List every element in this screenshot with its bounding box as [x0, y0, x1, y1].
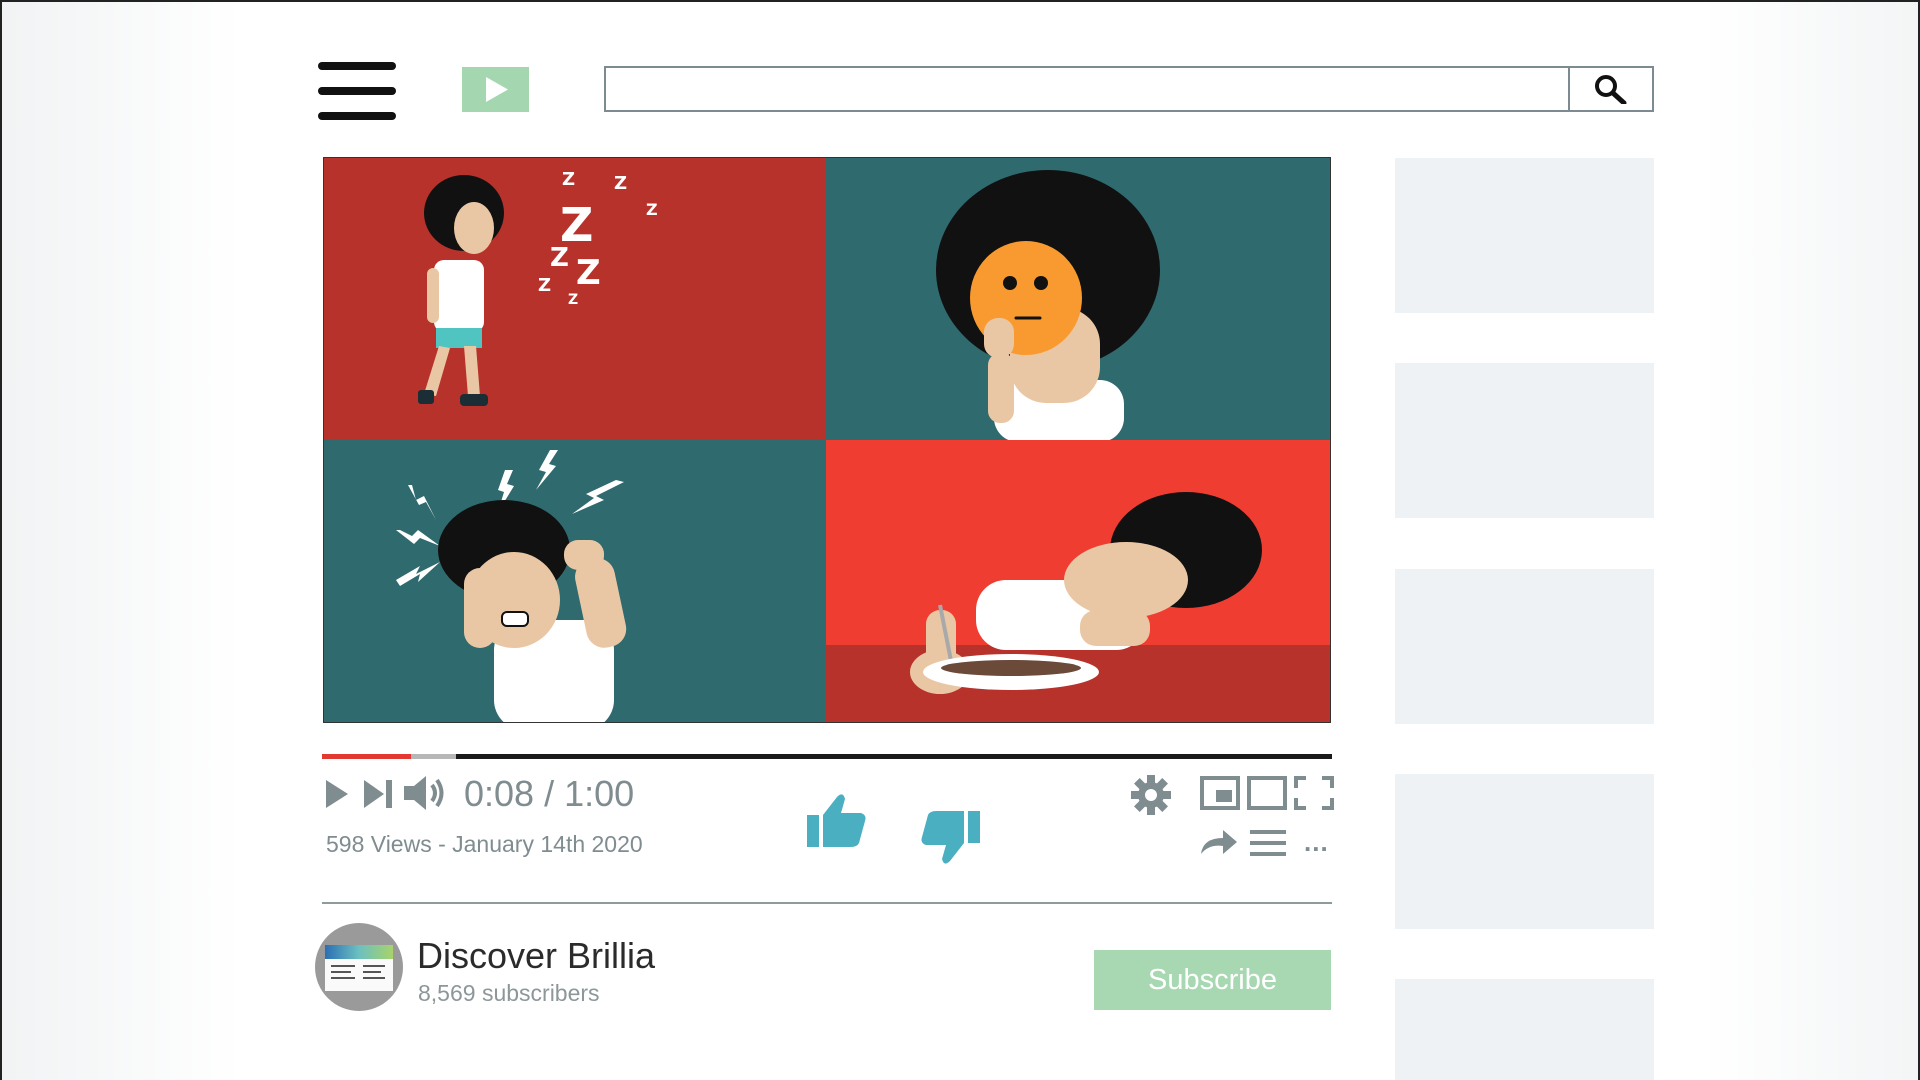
video-player[interactable]: Z Z Z Z Z Z Z Z: [323, 157, 1331, 723]
play-icon[interactable]: [324, 778, 350, 810]
svg-text:Z: Z: [562, 169, 575, 190]
recommendation-card[interactable]: [1395, 774, 1654, 929]
subscribe-button[interactable]: Subscribe: [1094, 950, 1331, 1010]
recommendation-card[interactable]: [1395, 979, 1654, 1080]
views-date: 598 Views - January 14th 2020: [326, 831, 643, 857]
video-panel-headache: [324, 440, 826, 722]
time-display: 0:08 / 1:00: [464, 773, 635, 814]
subscriber-count: 8,569 subscribers: [418, 980, 600, 1006]
thumbs-down-icon[interactable]: [920, 807, 982, 869]
fullscreen-icon[interactable]: [1294, 776, 1334, 810]
video-panel-mask: [826, 158, 1330, 440]
progress-bar[interactable]: [322, 754, 1332, 759]
thumbs-up-icon[interactable]: [805, 789, 867, 851]
search-button[interactable]: [1568, 68, 1652, 110]
app-window: Z Z Z Z Z Z Z Z 0:08 / 1:00 598 Views - …: [0, 0, 1920, 1080]
recommendation-card[interactable]: [1395, 158, 1654, 313]
search-input[interactable]: [612, 72, 1566, 108]
video-panel-soup: [826, 440, 1330, 722]
divider: [322, 902, 1332, 904]
svg-text:Z: Z: [568, 292, 578, 308]
share-icon[interactable]: [1197, 826, 1239, 858]
svg-text:Z: Z: [576, 253, 601, 293]
more-icon[interactable]: ...: [1304, 827, 1329, 858]
sleep-z-letters: Z Z Z Z Z Z Z Z: [538, 169, 658, 308]
headache-figure: [438, 500, 627, 722]
search-icon: [1595, 75, 1627, 104]
svg-text:Z: Z: [646, 200, 658, 219]
sleepy-figure: [418, 175, 504, 406]
volume-icon[interactable]: [402, 774, 446, 812]
avatar[interactable]: [315, 923, 403, 1011]
search-bar: [604, 66, 1654, 112]
recommendation-card[interactable]: [1395, 569, 1654, 724]
menu-icon[interactable]: [318, 62, 396, 120]
svg-text:Z: Z: [550, 243, 569, 273]
playlist-icon[interactable]: [1248, 828, 1288, 858]
mask-figure: [936, 170, 1160, 440]
played-bar: [322, 754, 411, 759]
svg-text:Z: Z: [614, 173, 627, 194]
play-logo-icon[interactable]: [462, 67, 529, 112]
recommendation-card[interactable]: [1395, 363, 1654, 518]
next-icon[interactable]: [362, 778, 394, 810]
channel-name[interactable]: Discover Brillia: [417, 935, 655, 977]
video-panel-sleepy: Z Z Z Z Z Z Z Z: [324, 158, 826, 440]
miniplayer-icon[interactable]: [1200, 776, 1240, 810]
gear-icon[interactable]: [1130, 774, 1172, 816]
theater-icon[interactable]: [1247, 776, 1287, 810]
svg-text:Z: Z: [538, 275, 551, 296]
